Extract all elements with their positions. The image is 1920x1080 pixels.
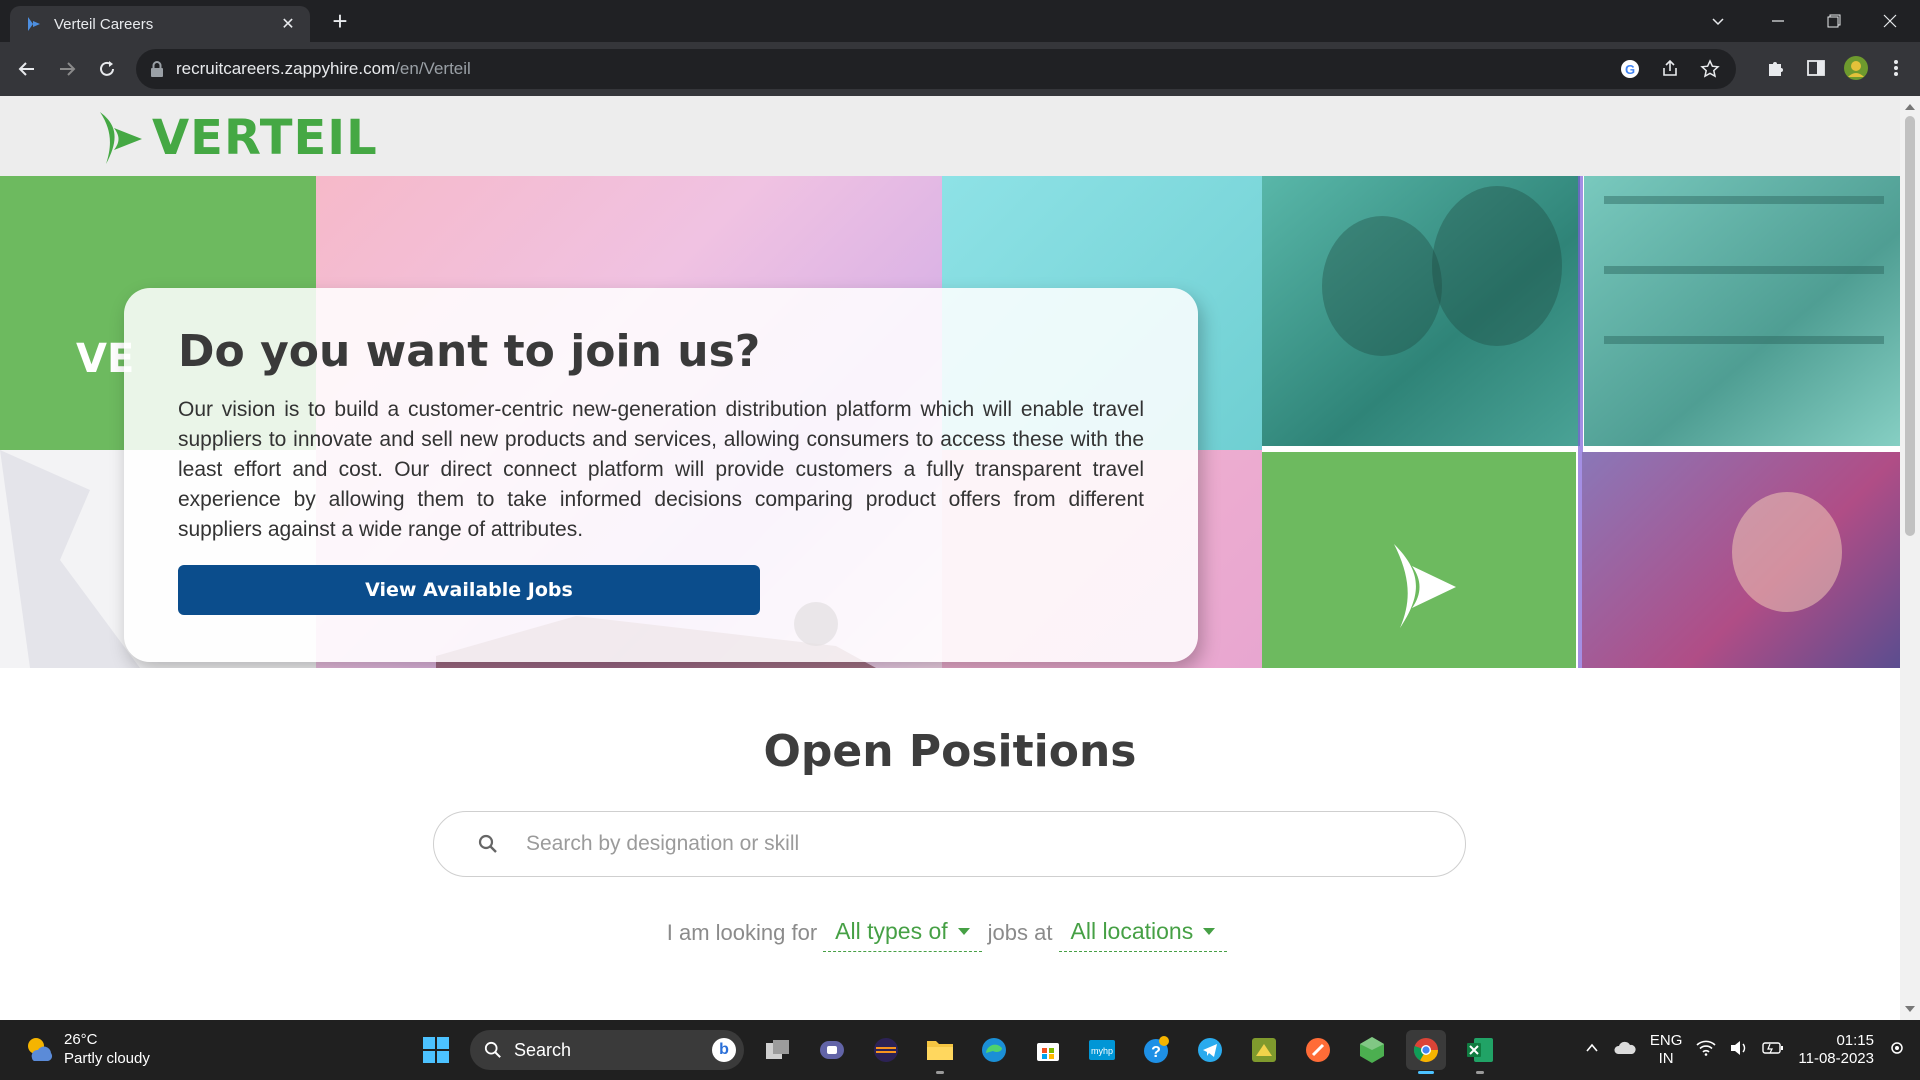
verteil-logo-icon bbox=[100, 112, 142, 164]
eclipse-icon[interactable] bbox=[866, 1030, 906, 1070]
filter-prefix-text: I am looking for bbox=[666, 920, 818, 945]
partly-cloudy-icon bbox=[28, 1038, 53, 1061]
caret-down-icon bbox=[957, 928, 970, 935]
location-value: All locations bbox=[1070, 918, 1194, 944]
taskbar-search-label: Search bbox=[514, 1039, 572, 1060]
verteil-favicon-icon bbox=[28, 17, 40, 31]
volume-icon[interactable] bbox=[1730, 1040, 1748, 1060]
url-host: recruitcareers.zappyhire.com bbox=[176, 59, 396, 78]
taskbar-search[interactable]: Search b bbox=[470, 1030, 744, 1070]
job-type-dropdown[interactable]: All types of bbox=[823, 914, 982, 952]
hero-photo-person bbox=[1582, 452, 1900, 668]
restore-icon[interactable] bbox=[1806, 0, 1862, 42]
reload-icon[interactable] bbox=[92, 54, 122, 84]
back-icon[interactable] bbox=[12, 54, 42, 84]
taskbar-apps: Search b myhp ? bbox=[416, 1030, 1500, 1074]
bookmark-star-icon[interactable] bbox=[1698, 57, 1722, 81]
browser-tabstrip: Verteil Careers ✕ + bbox=[0, 0, 1920, 42]
tab-search-icon[interactable] bbox=[1690, 0, 1746, 42]
teams-icon[interactable] bbox=[812, 1030, 852, 1070]
language-code: ENG bbox=[1649, 1032, 1683, 1049]
menu-kebab-icon[interactable] bbox=[1882, 54, 1910, 82]
search-icon bbox=[478, 834, 497, 853]
bing-icon[interactable]: b bbox=[712, 1038, 736, 1062]
svg-text:G: G bbox=[1625, 62, 1635, 77]
wifi-icon[interactable] bbox=[1696, 1040, 1716, 1060]
hero-title: Do you want to join us? bbox=[178, 326, 761, 377]
minimize-icon[interactable] bbox=[1750, 0, 1806, 42]
view-available-jobs-button[interactable]: View Available Jobs bbox=[178, 565, 760, 615]
myhp-icon[interactable]: myhp bbox=[1082, 1030, 1122, 1070]
google-icon[interactable]: G bbox=[1618, 57, 1642, 81]
close-tab-icon[interactable]: ✕ bbox=[278, 14, 298, 34]
edge-icon[interactable] bbox=[974, 1030, 1014, 1070]
excel-icon[interactable] bbox=[1460, 1030, 1500, 1074]
hero-photo-library bbox=[1584, 176, 1900, 446]
hero-description: Our vision is to build a customer-centri… bbox=[178, 398, 1144, 541]
clock[interactable]: 01:15 11-08-2023 bbox=[1798, 1032, 1874, 1068]
weather-widget[interactable]: 26°C Partly cloudy bbox=[24, 1030, 150, 1068]
language-indicator[interactable]: ENG IN bbox=[1650, 1032, 1683, 1068]
app-icon[interactable] bbox=[1244, 1030, 1284, 1070]
profile-avatar[interactable] bbox=[1842, 54, 1870, 82]
onedrive-icon[interactable] bbox=[1614, 1040, 1636, 1060]
verteil-mark-icon bbox=[1394, 544, 1456, 628]
system-tray: ENG IN 01:15 11-08-2023 bbox=[1584, 1020, 1920, 1080]
clock-time: 01:15 bbox=[1836, 1032, 1874, 1049]
notification-settings-icon[interactable] bbox=[1888, 1039, 1906, 1061]
svg-text:myhp: myhp bbox=[1091, 1046, 1113, 1056]
tab-title: Verteil Careers bbox=[54, 15, 154, 33]
address-bar[interactable]: recruitcareers.zappyhire.com/en/Verteil … bbox=[136, 49, 1736, 89]
clock-date: 11-08-2023 bbox=[1798, 1050, 1874, 1067]
chevron-up-icon[interactable] bbox=[1584, 1040, 1600, 1060]
region-code: IN bbox=[1658, 1050, 1674, 1067]
file-explorer-icon[interactable] bbox=[920, 1030, 960, 1074]
microsoft-store-icon[interactable] bbox=[1028, 1030, 1068, 1070]
filter-middle-text: jobs at bbox=[987, 920, 1053, 945]
careers-page: VERTEIL VE Do you want to join us? Our v… bbox=[0, 96, 1900, 1020]
site-header: VERTEIL bbox=[0, 96, 1900, 176]
postman-icon[interactable] bbox=[1298, 1030, 1338, 1070]
url-path: /en/Verteil bbox=[395, 59, 471, 78]
forward-icon[interactable] bbox=[52, 54, 82, 84]
hero-photo-team bbox=[1262, 176, 1580, 446]
hero-banner: VE Do you want to join us? Our vision is… bbox=[0, 176, 1900, 668]
side-panel-icon[interactable] bbox=[1802, 54, 1830, 82]
location-dropdown[interactable]: All locations bbox=[1058, 914, 1228, 952]
svg-text:?: ? bbox=[1151, 1044, 1161, 1061]
windows-taskbar: 26°C Partly cloudy Search b myhp ? ENG I… bbox=[0, 1020, 1920, 1080]
caret-down-icon bbox=[1203, 928, 1216, 935]
hero-tile-logo bbox=[1262, 452, 1576, 668]
hero-card: Do you want to join us? Our vision is to… bbox=[124, 288, 1198, 662]
search-icon bbox=[484, 1041, 501, 1058]
browser-toolbar: recruitcareers.zappyhire.com/en/Verteil … bbox=[0, 42, 1920, 96]
new-tab-button[interactable]: + bbox=[326, 8, 354, 36]
open-positions-title: Open Positions bbox=[763, 726, 1137, 777]
scroll-down-icon[interactable] bbox=[1905, 1006, 1915, 1012]
start-icon[interactable] bbox=[416, 1030, 456, 1070]
browser-tab[interactable]: Verteil Careers ✕ bbox=[10, 6, 310, 42]
job-type-value: All types of bbox=[835, 918, 948, 944]
temperature: 26°C bbox=[64, 1031, 98, 1048]
job-search-input[interactable] bbox=[526, 832, 1426, 856]
app-green-icon[interactable] bbox=[1352, 1030, 1392, 1070]
extensions-icon[interactable] bbox=[1762, 54, 1790, 82]
share-icon[interactable] bbox=[1658, 57, 1682, 81]
help-icon[interactable]: ? bbox=[1136, 1030, 1176, 1070]
logo-text: VERTEIL bbox=[152, 110, 378, 166]
lock-icon[interactable] bbox=[150, 61, 164, 77]
job-search-box[interactable] bbox=[433, 811, 1466, 877]
job-filters: I am looking for All types of jobs at Al… bbox=[0, 914, 1900, 952]
battery-icon[interactable] bbox=[1762, 1041, 1784, 1059]
weather-condition: Partly cloudy bbox=[64, 1050, 150, 1067]
scroll-up-icon[interactable] bbox=[1905, 104, 1915, 110]
telegram-icon[interactable] bbox=[1190, 1030, 1230, 1070]
chrome-icon[interactable] bbox=[1406, 1030, 1446, 1074]
verteil-logo[interactable]: VERTEIL bbox=[98, 110, 378, 166]
task-view-icon[interactable] bbox=[758, 1030, 798, 1070]
close-window-icon[interactable] bbox=[1862, 0, 1918, 42]
scrollbar-thumb[interactable] bbox=[1905, 116, 1915, 536]
page-scrollbar[interactable] bbox=[1900, 96, 1920, 1020]
